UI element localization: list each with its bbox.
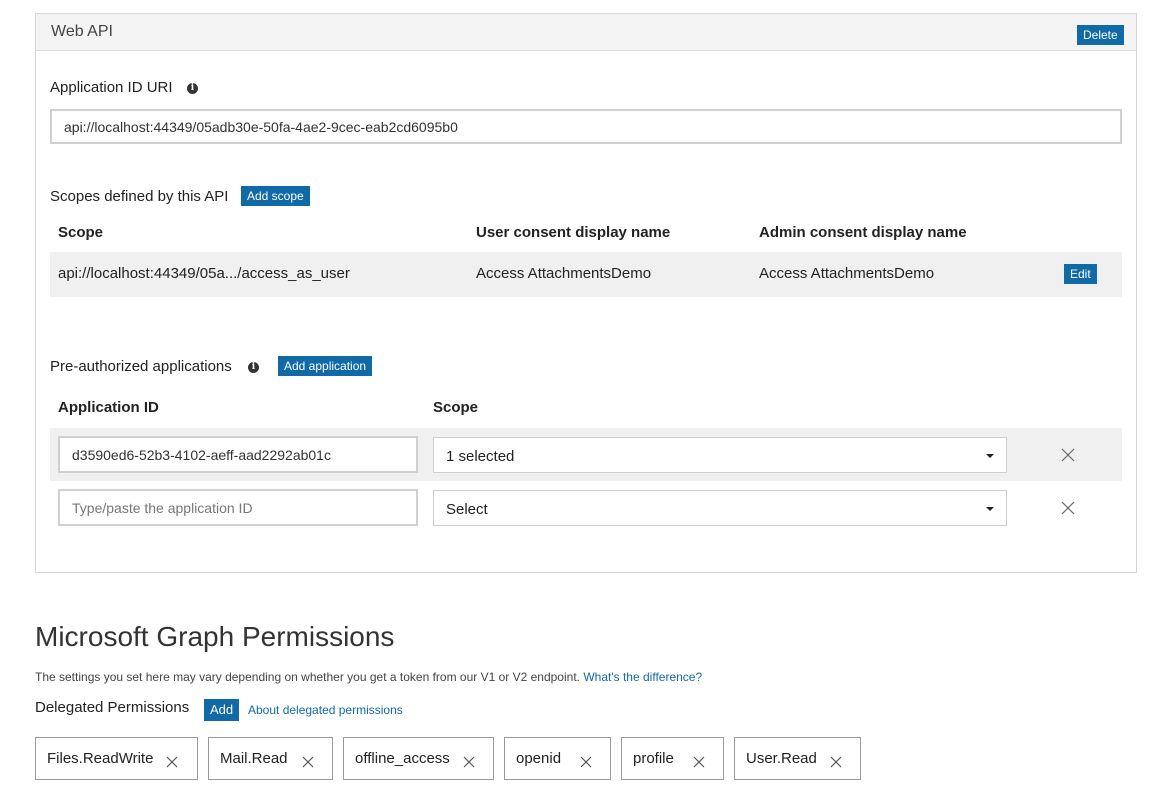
- close-icon[interactable]: [166, 755, 178, 768]
- application-id-column-header: Application ID: [58, 399, 159, 416]
- user-consent-cell: Access AttachmentsDemo: [476, 265, 652, 282]
- close-icon[interactable]: [1061, 448, 1075, 462]
- preauth-label: Pre-authorized applications: [50, 358, 232, 375]
- whats-the-difference-link[interactable]: What's the difference?: [583, 670, 702, 684]
- permission-label: openid: [516, 750, 562, 767]
- graph-note: The settings you set here may vary depen…: [35, 670, 702, 684]
- scopes-label: Scopes defined by this API: [50, 188, 229, 205]
- app-id-uri-input[interactable]: [50, 109, 1122, 144]
- permission-label: User.Read: [746, 750, 817, 767]
- graph-note-text: The settings you set here may vary depen…: [35, 670, 580, 684]
- application-id-input[interactable]: [58, 489, 418, 526]
- add-scope-button[interactable]: Add scope: [241, 186, 310, 206]
- close-icon[interactable]: [693, 755, 705, 768]
- user-consent-column-header: User consent display name: [476, 224, 671, 241]
- admin-consent-column-header: Admin consent display name: [759, 224, 967, 241]
- permission-label: Files.ReadWrite: [47, 750, 154, 767]
- info-icon[interactable]: i: [187, 83, 198, 94]
- admin-consent-cell: Access AttachmentsDemo: [759, 265, 935, 282]
- close-icon[interactable]: [1061, 501, 1075, 515]
- delete-button[interactable]: Delete: [1077, 25, 1124, 45]
- about-delegated-permissions-link[interactable]: About delegated permissions: [248, 703, 403, 717]
- add-permission-button[interactable]: Add: [204, 699, 240, 721]
- scope-select-value: 1 selected: [446, 448, 515, 465]
- graph-permissions-title: Microsoft Graph Permissions: [35, 621, 395, 652]
- scope-cell: api://localhost:44349/05a.../access_as_u…: [58, 265, 350, 282]
- permission-label: offline_access: [355, 750, 450, 767]
- close-icon[interactable]: [830, 755, 842, 768]
- chevron-down-icon: [986, 454, 994, 458]
- scope-column-header: Scope: [58, 224, 104, 241]
- info-icon[interactable]: i: [248, 362, 259, 373]
- edit-scope-button[interactable]: Edit: [1064, 264, 1097, 284]
- close-icon[interactable]: [580, 755, 592, 768]
- permission-label: Mail.Read: [220, 750, 288, 767]
- permission-chip: offline_access: [343, 737, 494, 780]
- delegated-permissions-label: Delegated Permissions: [35, 699, 190, 716]
- application-id-input[interactable]: [58, 436, 418, 473]
- web-api-title: Web API: [51, 23, 113, 40]
- scope-select-value: Select: [446, 501, 488, 518]
- permission-chip: Mail.Read: [208, 737, 333, 780]
- permission-label: profile: [633, 750, 674, 767]
- chevron-down-icon: [986, 507, 994, 511]
- scope-select[interactable]: 1 selected: [433, 437, 1007, 473]
- close-icon[interactable]: [302, 755, 314, 768]
- permission-chip: Files.ReadWrite: [35, 737, 198, 780]
- permission-chip: User.Read: [734, 737, 861, 780]
- preauth-scope-column-header: Scope: [433, 399, 479, 416]
- add-application-button[interactable]: Add application: [278, 356, 373, 376]
- permission-chip: profile: [621, 737, 724, 780]
- app-id-uri-label: Application ID URI: [50, 79, 173, 96]
- scope-select[interactable]: Select: [433, 490, 1007, 526]
- close-icon[interactable]: [463, 755, 475, 768]
- permission-chip: openid: [504, 737, 611, 780]
- web-api-header: Web API Delete: [36, 14, 1136, 51]
